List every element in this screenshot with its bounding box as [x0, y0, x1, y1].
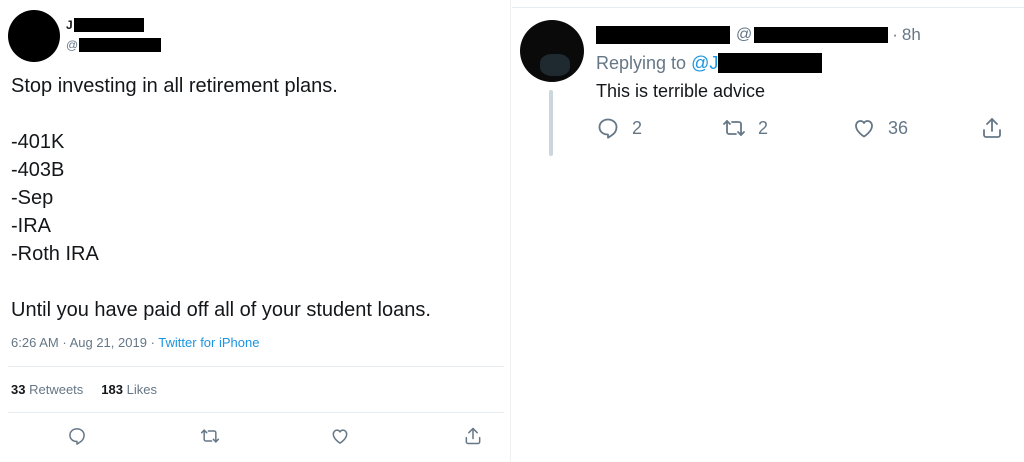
tweet-line: [11, 100, 501, 128]
retweet-button[interactable]: 2: [722, 114, 768, 142]
tweet-line: Stop investing in all retirement plans.: [11, 75, 338, 97]
tweet-date[interactable]: Aug 21, 2019: [70, 335, 147, 350]
reply-text: This is terrible advice: [596, 81, 766, 101]
author-name[interactable]: J: [66, 18, 144, 32]
author-name-initial: J: [66, 18, 73, 32]
reply-button[interactable]: 2: [596, 114, 642, 142]
reply-author-handle-redaction[interactable]: [754, 27, 889, 43]
reply-author-row: @ · 8h: [596, 24, 921, 46]
avatar-detail: [540, 54, 570, 76]
tweet-line: -403B: [11, 159, 65, 181]
reply-time[interactable]: 8h: [902, 25, 921, 45]
divider: [8, 366, 504, 367]
replying-to: Replying to @J: [596, 51, 823, 75]
reply-author-handle-prefix[interactable]: @: [736, 26, 752, 44]
like-count: 36: [888, 117, 909, 138]
replying-to-mention[interactable]: @J: [691, 53, 718, 74]
tweet-time[interactable]: 6:26 AM: [11, 335, 59, 350]
meta-separator: ·: [150, 335, 155, 350]
like-button[interactable]: 36: [852, 114, 908, 142]
share-icon[interactable]: [463, 426, 483, 446]
meta-separator: ·: [62, 335, 67, 350]
tweet-line: -IRA: [11, 215, 51, 237]
reply-action-bar: 2 2 36: [596, 114, 1016, 142]
tweet-line: -Roth IRA: [11, 243, 99, 265]
tweet-source-link[interactable]: Twitter for iPhone: [158, 335, 259, 350]
thread-connector: [549, 90, 553, 156]
reply-time-separator: ·: [892, 25, 898, 44]
replying-to-redaction: [718, 53, 823, 73]
likes-label: Likes: [126, 382, 157, 397]
like-icon[interactable]: [330, 426, 350, 446]
tweet-line: -Sep: [11, 187, 54, 209]
share-icon: [980, 116, 1004, 140]
tweet-meta: 6:26 AM · Aug 21, 2019 · Twitter for iPh…: [11, 335, 259, 350]
avatar[interactable]: [8, 10, 60, 62]
panel-separator: [510, 0, 511, 462]
author-handle-redaction: [79, 38, 162, 52]
retweets-label: Retweets: [29, 382, 84, 397]
likes-count: 183: [101, 382, 123, 397]
like-icon: [852, 116, 876, 140]
tweet-text: Stop investing in all retirement plans. …: [11, 72, 501, 324]
avatar[interactable]: [520, 20, 584, 82]
tweet-action-bar: [0, 424, 508, 450]
original-tweet: J @ Stop investing in all retirement pla…: [0, 0, 508, 462]
retweet-count: 2: [758, 117, 769, 138]
retweets-stat[interactable]: 33 Retweets: [11, 382, 83, 397]
author-name-redaction: [73, 18, 144, 32]
share-button[interactable]: [980, 114, 1004, 142]
reply-count: 2: [632, 117, 643, 138]
divider: [8, 412, 504, 413]
author-handle[interactable]: @: [66, 38, 162, 52]
reply-icon: [596, 116, 620, 140]
reply-author-name-redaction[interactable]: [596, 26, 730, 44]
likes-stat[interactable]: 183 Likes: [101, 382, 157, 397]
reply-icon[interactable]: [67, 426, 87, 446]
tweet-stats: 33 Retweets 183 Likes: [11, 382, 157, 397]
retweet-icon[interactable]: [200, 426, 220, 446]
reply-tweet: @ · 8h Replying to @J This is terrible a…: [512, 0, 1024, 462]
retweets-count: 33: [11, 382, 26, 397]
retweet-icon: [722, 116, 746, 140]
replying-to-label: Replying to: [596, 52, 687, 73]
tweet-line: Until you have paid off all of your stud…: [11, 299, 431, 321]
author-handle-prefix: @: [66, 38, 79, 52]
tweet-line: -401K: [11, 131, 65, 153]
tweet-line: [11, 268, 501, 296]
divider: [512, 7, 1024, 8]
